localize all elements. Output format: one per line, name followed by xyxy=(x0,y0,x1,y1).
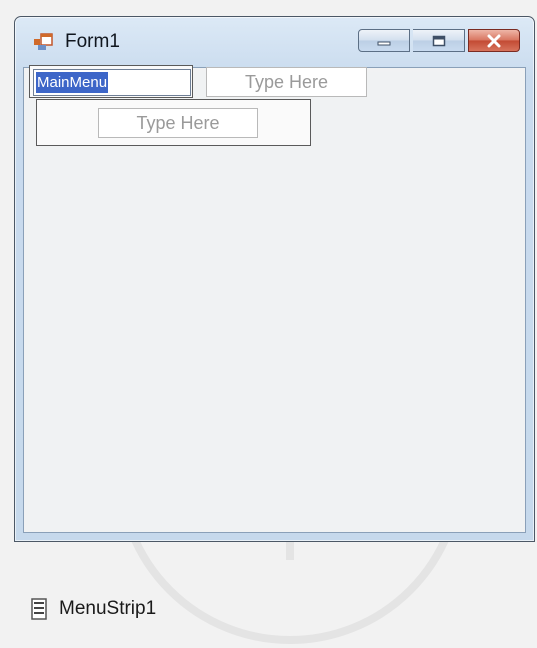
component-label: MenuStrip1 xyxy=(59,598,157,619)
caption-buttons xyxy=(358,29,520,54)
type-here-sub-box[interactable]: Type Here xyxy=(98,108,258,138)
close-icon xyxy=(487,34,501,47)
minimize-button[interactable] xyxy=(358,29,410,52)
maximize-button[interactable] xyxy=(413,29,465,52)
title-bar[interactable]: Form1 xyxy=(15,17,534,67)
form-window[interactable]: Form1 MainMenu Type Here Type Here xyxy=(14,16,535,542)
menustrip-icon xyxy=(31,598,47,620)
close-button[interactable] xyxy=(468,29,520,52)
window-title: Form1 xyxy=(65,31,120,52)
maximize-icon xyxy=(432,35,445,46)
main-menu-label[interactable]: MainMenu xyxy=(36,72,109,93)
component-tray-item[interactable]: MenuStrip1 xyxy=(31,598,156,620)
main-menu-item[interactable]: MainMenu xyxy=(33,69,191,96)
type-here-top-box[interactable]: Type Here xyxy=(206,67,367,97)
form-icon xyxy=(34,33,53,50)
minimize-icon xyxy=(377,41,391,45)
